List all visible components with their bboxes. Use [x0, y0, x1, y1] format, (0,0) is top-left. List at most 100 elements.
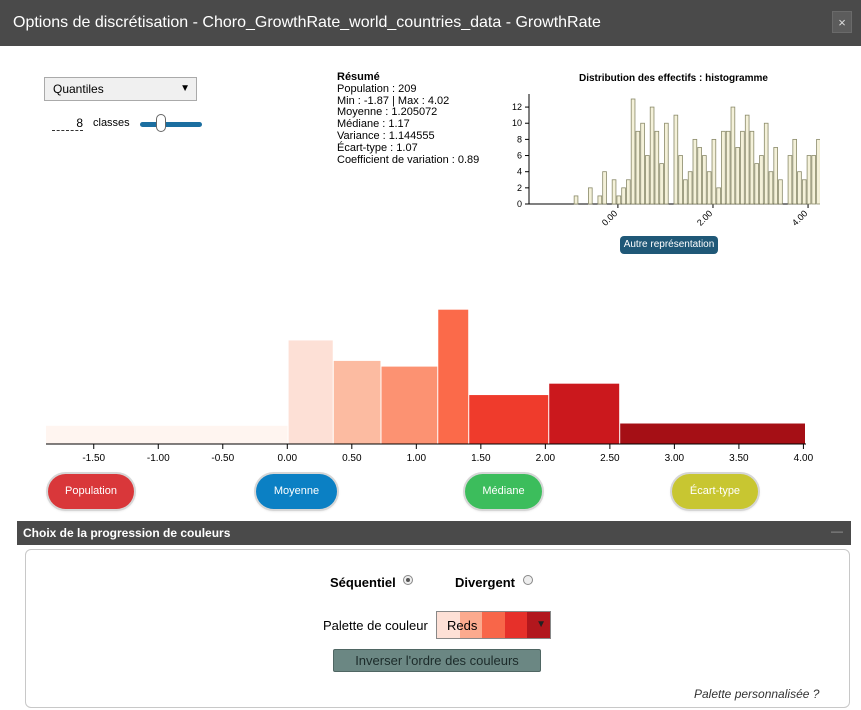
palette-name: Reds [447, 618, 478, 633]
histogram-bar [702, 155, 707, 205]
class-bar [333, 360, 381, 444]
histogram-bar [611, 179, 617, 205]
class-bar [620, 423, 805, 444]
x-tick-label: 4.00 [794, 453, 814, 464]
histogram-bar [816, 138, 820, 205]
histogram-bar [687, 171, 693, 205]
classes-slider[interactable] [140, 122, 202, 127]
method-selected-value: Quantiles [53, 82, 104, 96]
histogram-bar [602, 171, 607, 205]
x-tick-label: 2.00 [536, 453, 556, 464]
histogram-bar [792, 138, 797, 205]
divergent-label: Divergent [455, 575, 515, 590]
x-tick-label: 3.00 [665, 453, 685, 464]
histogram-title: Distribution des effectifs : histogramme [579, 73, 768, 84]
histogram-bar [759, 155, 764, 205]
palette-select[interactable]: Reds ▼ [436, 611, 551, 639]
histogram-bar [654, 130, 660, 205]
histogram-bar [645, 155, 650, 205]
other-representation-button[interactable]: Autre représentation [620, 236, 718, 254]
x-tick-label: 2.50 [600, 453, 620, 464]
histogram-bar [664, 122, 669, 205]
sequential-label: Séquentiel [330, 575, 396, 590]
y-tick-label: 8 [517, 134, 522, 144]
histogram-bar [573, 195, 579, 205]
histogram-bar [683, 179, 688, 205]
distribution-histogram: 0 2 4 6 8 10 12 0.00 2.00 4.00 [512, 94, 820, 228]
y-tick-label: 6 [517, 151, 522, 161]
histogram-bar [692, 138, 698, 205]
histogram-bar [659, 163, 664, 205]
x-tick-label: 0.00 [600, 208, 619, 227]
histogram-bar [725, 130, 731, 205]
mean-button[interactable]: Moyenne [256, 474, 337, 509]
palette-label: Palette de couleur [323, 618, 428, 633]
histogram-bar [778, 179, 783, 205]
discretization-chart: -1.50 -1.00 -0.50 0.00 0.50 1.00 1.50 2.00 2.50 3… [46, 309, 814, 464]
x-tick-label: -0.50 [211, 453, 234, 464]
class-bar [381, 366, 438, 444]
histogram-bar [730, 106, 736, 205]
histogram-bar [763, 122, 769, 205]
histogram-bar [649, 106, 655, 205]
color-progression-header[interactable]: Choix de la progression de couleurs — [17, 521, 851, 545]
palette-swatch [482, 612, 505, 638]
histogram-bar [811, 155, 817, 205]
sequential-radio[interactable] [403, 575, 413, 585]
y-tick-label: 10 [512, 118, 522, 128]
histogram-bar [787, 155, 793, 205]
std-dev-button[interactable]: Écart-type [672, 474, 758, 509]
classes-slider-handle[interactable] [156, 114, 166, 132]
histogram-bar [706, 171, 712, 205]
class-bar [288, 340, 333, 444]
summary-line: Écart-type : 1.07 [337, 141, 418, 154]
x-tick-label: 2.00 [695, 208, 714, 227]
histogram-bar [635, 130, 641, 205]
divergent-radio[interactable] [523, 575, 533, 585]
method-select[interactable]: Quantiles ▼ [44, 77, 197, 101]
summary-line: Variance : 1.144555 [337, 129, 435, 142]
invert-colors-button[interactable]: Inverser l'ordre des couleurs [333, 649, 541, 672]
histogram-bar [806, 155, 812, 205]
collapse-icon[interactable]: — [831, 519, 843, 543]
x-tick-label: 4.00 [790, 208, 809, 227]
histogram-bar [754, 163, 759, 205]
histogram-bar [773, 147, 778, 205]
window-title: Options de discrétisation - Choro_Growth… [13, 14, 601, 31]
y-tick-label: 4 [517, 167, 522, 177]
classes-label: classes [93, 117, 130, 129]
histogram-bar [616, 195, 622, 205]
x-tick-label: 3.50 [729, 453, 749, 464]
close-button[interactable]: × [832, 11, 852, 33]
x-tick-label: -1.00 [147, 453, 170, 464]
histogram-bar [735, 147, 740, 205]
histogram-bar [797, 171, 802, 205]
histogram-bar [597, 195, 603, 205]
y-tick-label: 0 [517, 199, 522, 209]
histogram-bar [801, 179, 807, 205]
x-tick-label: 0.50 [342, 453, 362, 464]
histogram-bar [697, 147, 702, 205]
title-bar: Options de discrétisation - Choro_Growth… [0, 0, 861, 46]
histogram-bar [621, 187, 626, 205]
summary-panel: Résumé Population : 209 Min : -1.87 | Ma… [337, 71, 479, 166]
class-bar [469, 395, 549, 444]
histogram-bar [626, 179, 631, 205]
histogram-bar [673, 114, 679, 205]
histogram-bar [630, 98, 636, 205]
summary-line: Population : 209 [337, 82, 417, 95]
x-tick-label: 1.50 [471, 453, 491, 464]
custom-palette-link[interactable]: Palette personnalisée ? [694, 687, 819, 701]
population-button[interactable]: Population [48, 474, 134, 509]
y-tick-label: 12 [512, 102, 522, 112]
y-tick-label: 2 [517, 183, 522, 193]
median-button[interactable]: Médiane [465, 474, 542, 509]
histogram-bar [588, 187, 593, 205]
histogram-bar [740, 130, 745, 205]
section-title: Choix de la progression de couleurs [23, 526, 231, 540]
class-bar [549, 383, 620, 444]
classes-count-input[interactable]: 8 [52, 116, 83, 131]
histogram-bar [721, 130, 726, 205]
x-tick-label: -1.50 [82, 453, 105, 464]
histogram-bar [716, 187, 721, 205]
